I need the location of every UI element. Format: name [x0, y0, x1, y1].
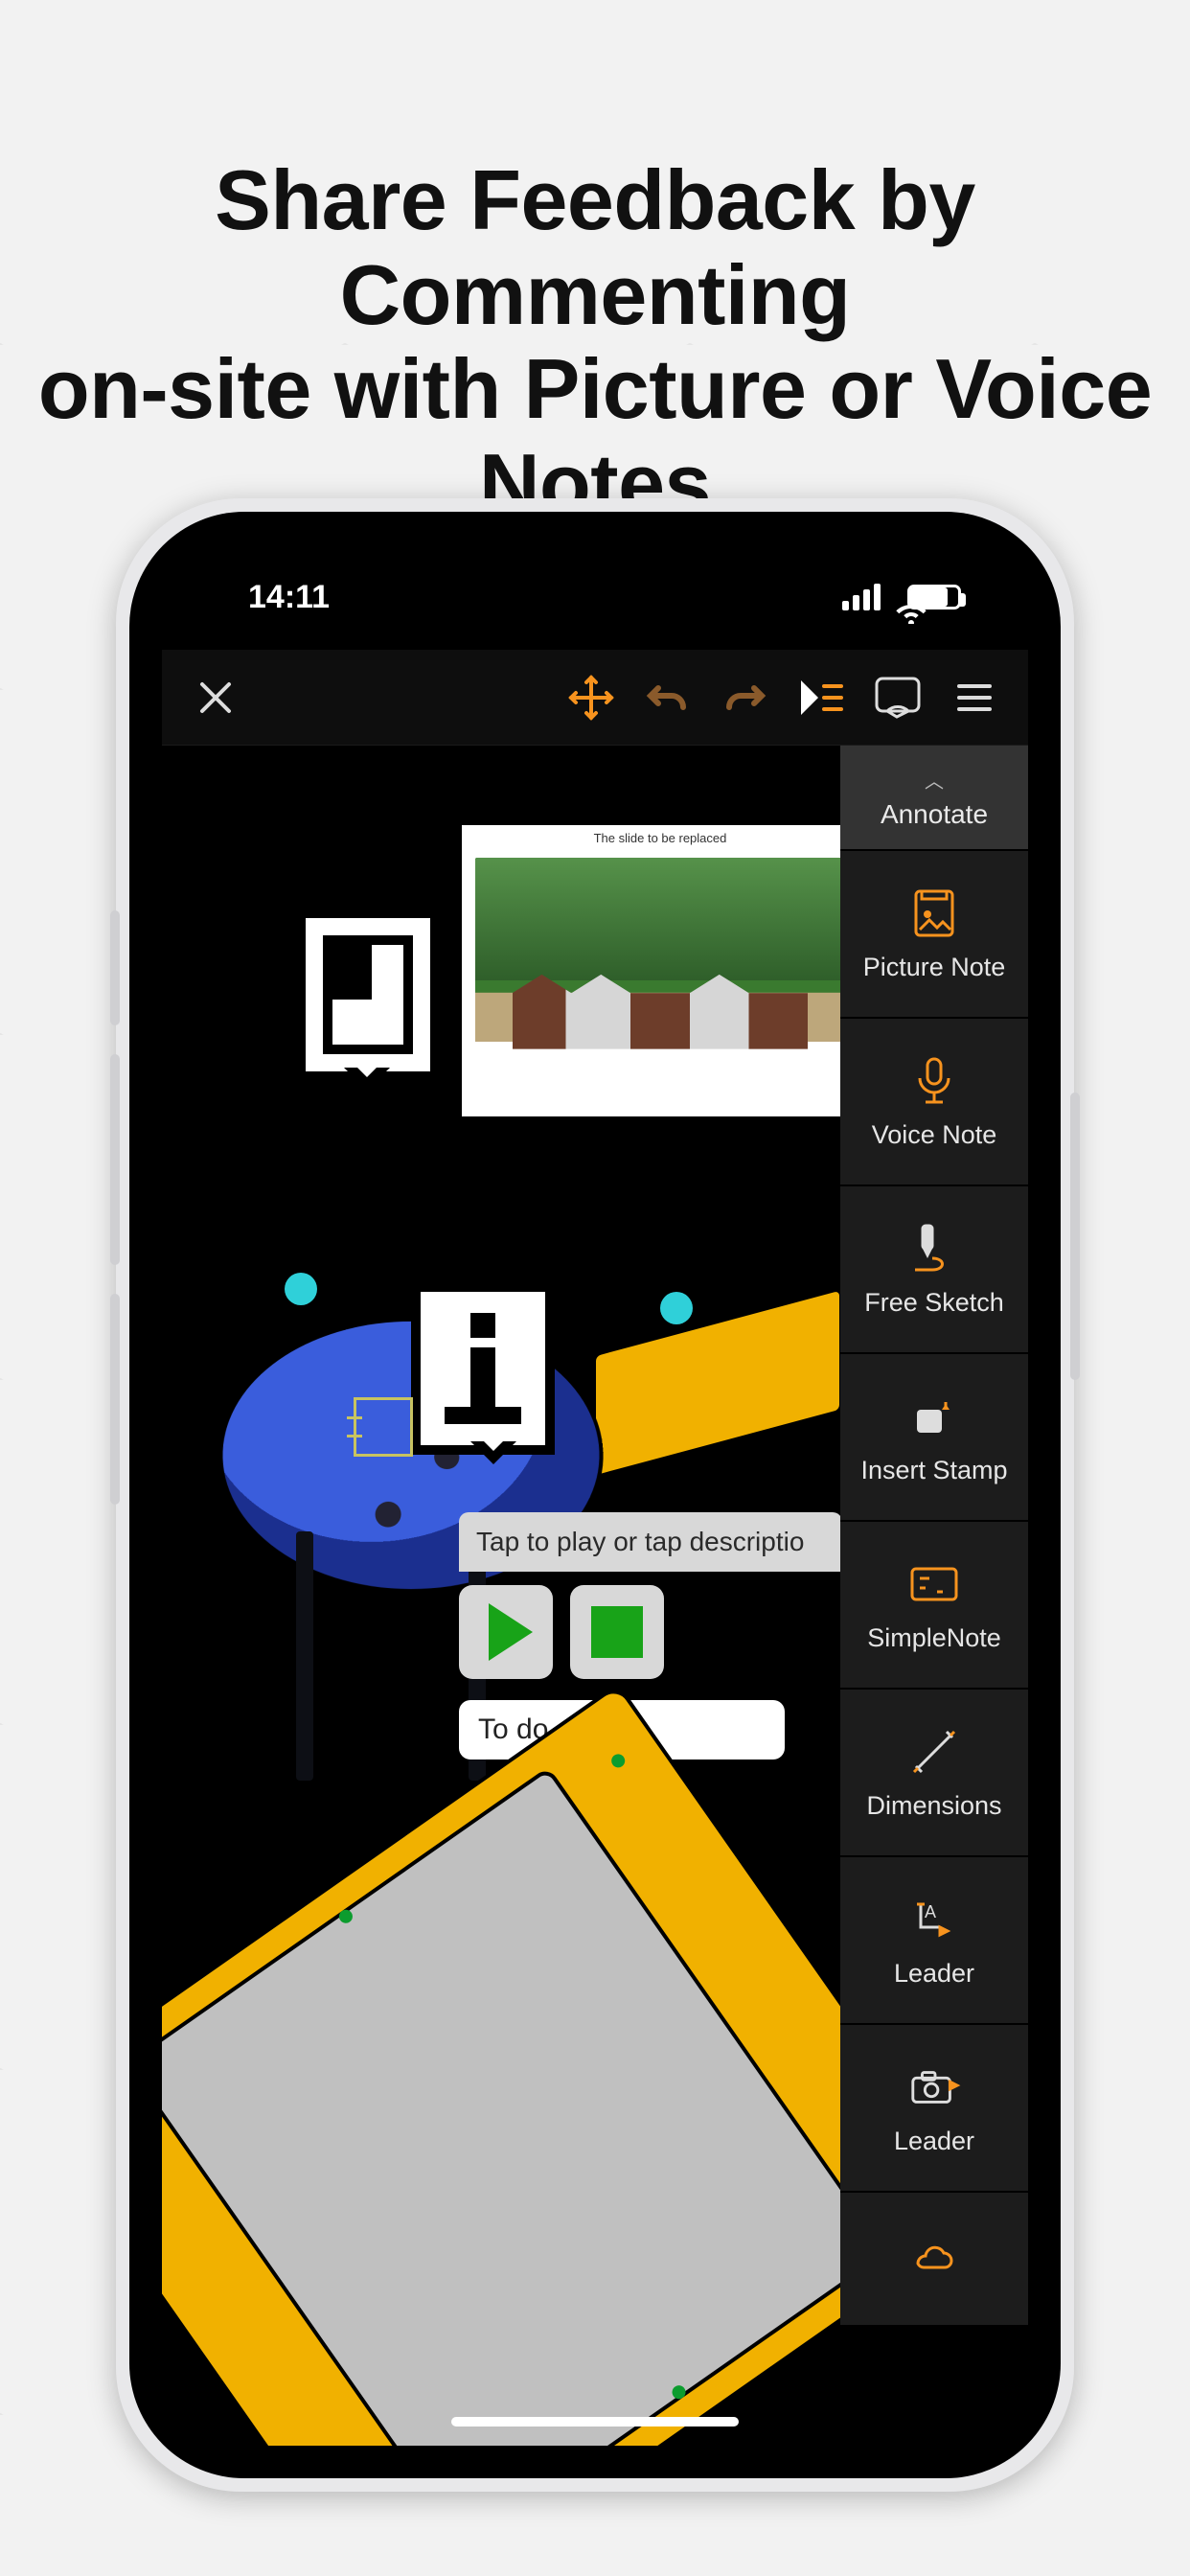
hero-title: Share Feedback by Commenting on-site wit… [0, 153, 1190, 531]
signal-icon [842, 584, 881, 610]
cloud-shape-icon [907, 2232, 961, 2286]
tool-label: Leader [894, 1960, 974, 1989]
menu-button[interactable] [942, 665, 1007, 730]
status-time: 14:11 [248, 579, 330, 616]
home-indicator [451, 2417, 739, 2426]
close-button[interactable] [183, 665, 248, 730]
simple-note-icon [907, 1557, 961, 1611]
voice-note-marker[interactable] [411, 1282, 555, 1455]
tool-picture-note[interactable]: Picture Note [840, 851, 1028, 1019]
3d-model[interactable]: The slide to be replaced Ta [162, 746, 840, 2446]
voice-note-icon [907, 1054, 961, 1108]
picture-note-preview[interactable]: The slide to be replaced [459, 822, 840, 1119]
status-indicators [842, 584, 961, 610]
leader-icon: A [907, 1893, 961, 1946]
annotate-panel-header[interactable]: ︿ Annotate [840, 746, 1028, 851]
stop-button[interactable] [570, 1585, 664, 1679]
panel-header-label: Annotate [881, 799, 988, 830]
free-sketch-icon [907, 1222, 961, 1276]
insert-stamp-icon [907, 1390, 961, 1443]
tool-simple-note[interactable]: SimpleNote [840, 1522, 1028, 1690]
tool-label: SimpleNote [867, 1624, 1001, 1653]
chevron-up-icon: ︿ [925, 766, 944, 794]
tool-label: Voice Note [872, 1121, 997, 1150]
stop-icon [591, 1606, 643, 1658]
move-tool-button[interactable] [559, 665, 624, 730]
svg-text:A: A [925, 1902, 936, 1921]
tool-leader-2[interactable]: Leader [840, 2025, 1028, 2193]
tool-label: Free Sketch [864, 1289, 1004, 1318]
viewport[interactable]: The slide to be replaced Ta [162, 746, 1028, 2446]
phone-frame: 14:11 [116, 498, 1074, 2492]
play-button[interactable] [459, 1585, 553, 1679]
tool-label: Leader [894, 2128, 974, 2156]
tool-leader[interactable]: A Leader [840, 1857, 1028, 2025]
app-screen: 14:11 [162, 544, 1028, 2446]
present-button[interactable] [865, 665, 930, 730]
slide-model [162, 1683, 840, 2446]
battery-icon [907, 585, 961, 610]
tool-free-sketch[interactable]: Free Sketch [840, 1186, 1028, 1354]
picture-note-caption: The slide to be replaced [462, 831, 840, 845]
tool-cloud[interactable] [840, 2193, 1028, 2327]
leader-photo-icon [907, 2060, 961, 2114]
tool-label: Insert Stamp [860, 1457, 1007, 1485]
picture-note-icon [907, 886, 961, 940]
play-icon [489, 1603, 533, 1661]
dimensions-icon [907, 1725, 961, 1779]
app-toolbar [162, 650, 1028, 746]
tool-label: Dimensions [866, 1792, 1001, 1821]
undo-button[interactable] [635, 665, 700, 730]
p-glyph-icon [323, 935, 413, 1054]
tool-dimensions[interactable]: Dimensions [840, 1690, 1028, 1857]
annotate-panel: ︿ Annotate Picture Note Voice Note [840, 746, 1028, 2327]
photo-thumbnail [475, 858, 840, 1103]
selection-handle[interactable] [354, 1397, 413, 1457]
layers-button[interactable] [789, 665, 854, 730]
tool-label: Picture Note [863, 954, 1006, 982]
picture-note-marker[interactable] [296, 908, 440, 1081]
redo-button[interactable] [712, 665, 777, 730]
tool-insert-stamp[interactable]: Insert Stamp [840, 1354, 1028, 1522]
voice-note-hint[interactable]: Tap to play or tap descriptio [459, 1512, 840, 1572]
voice-note-controls [459, 1585, 664, 1679]
i-glyph-icon [442, 1313, 524, 1424]
tool-voice-note[interactable]: Voice Note [840, 1019, 1028, 1186]
